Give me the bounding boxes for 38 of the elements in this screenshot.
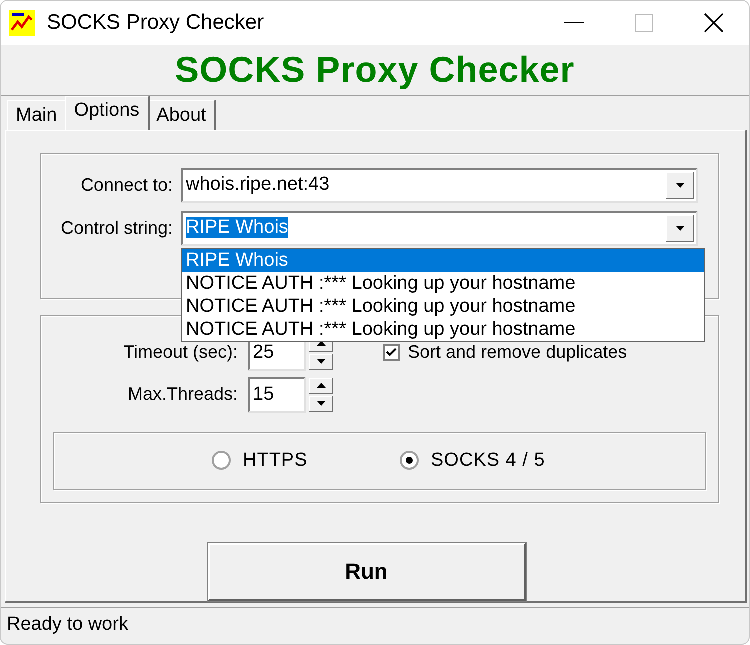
threads-label: Max.Threads: (126, 384, 239, 406)
radio-button[interactable] (400, 451, 419, 470)
threads-field[interactable]: 15 (248, 376, 306, 413)
spin-down-button[interactable] (309, 396, 333, 412)
tab[interactable]: Options (65, 96, 150, 130)
down-arrow-icon (316, 359, 326, 364)
dropdown-button[interactable] (666, 214, 694, 242)
sort-checkbox-label: Sort and remove duplicates (408, 342, 628, 364)
run-button[interactable]: Run (208, 542, 526, 601)
up-arrow-icon (316, 341, 326, 346)
sort-checkbox[interactable] (383, 344, 400, 362)
app-banner-title: SOCKS Proxy Checker (175, 48, 575, 91)
minimize-icon (564, 22, 584, 24)
check-icon (386, 348, 397, 358)
down-arrow-icon (676, 226, 684, 231)
tab[interactable]: About (148, 100, 216, 130)
connect-label: Connect to: (80, 174, 173, 196)
tab[interactable]: Main (7, 100, 68, 130)
connect-combo[interactable]: whois.ripe.net:43 (181, 168, 698, 203)
spin-down-button[interactable] (309, 354, 333, 370)
radio-button[interactable] (212, 451, 231, 470)
status-bar: Ready to work (1, 606, 749, 644)
down-arrow-icon (676, 182, 684, 188)
dropdown-option[interactable]: RIPE Whois (182, 248, 704, 272)
timeout-label: Timeout (sec): (122, 342, 239, 364)
dropdown-option[interactable]: NOTICE AUTH :*** Looking up your hostname (182, 272, 704, 295)
control-string-combo[interactable]: RIPE Whois (181, 210, 698, 246)
close-icon (704, 13, 724, 33)
up-arrow-icon (316, 383, 326, 388)
maximize-icon (635, 14, 653, 32)
radio-label: SOCKS 4 / 5 (431, 450, 546, 472)
window-title: SOCKS Proxy Checker (47, 11, 266, 35)
down-arrow-icon (316, 401, 326, 406)
radio-label: HTTPS (243, 450, 308, 472)
app-icon (9, 10, 35, 36)
dropdown-button[interactable] (666, 172, 694, 199)
spin-up-button[interactable] (309, 378, 333, 394)
control-string-label: Control string: (60, 218, 173, 239)
